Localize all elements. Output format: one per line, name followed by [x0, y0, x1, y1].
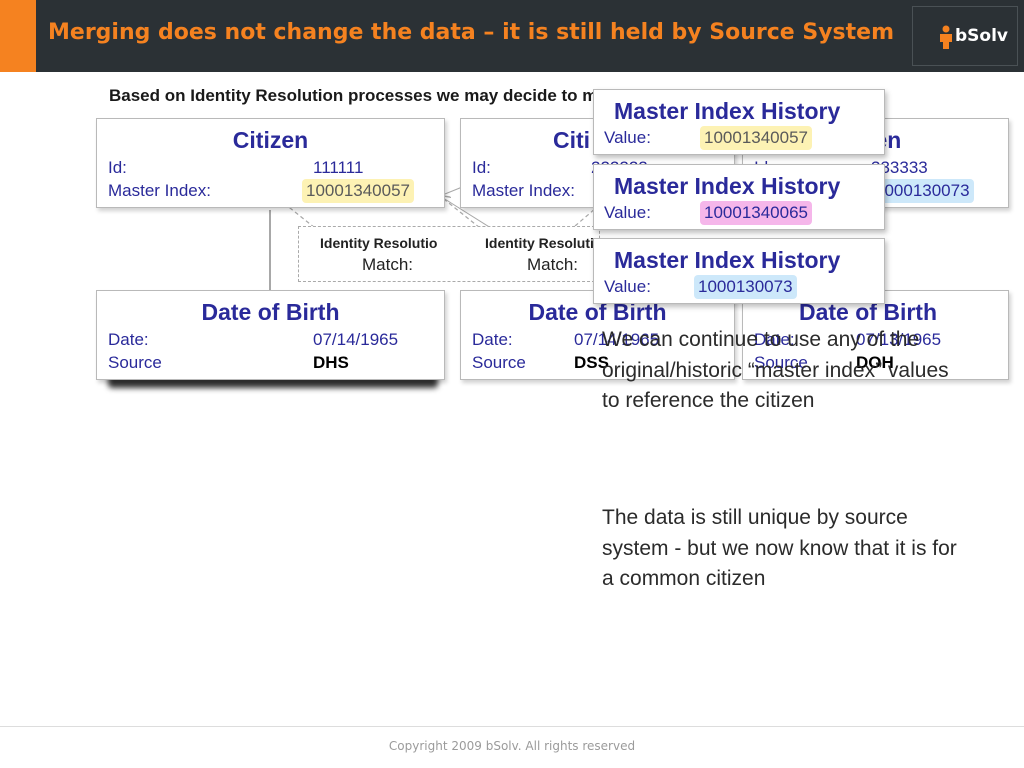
history-value-label: Value: [604, 128, 651, 147]
master-index-label: Master Index: [108, 181, 211, 200]
body-paragraph: We can continue to use any of the origin… [602, 328, 949, 412]
date-label: Date: [472, 330, 513, 349]
body-paragraph: The data is still unique by source syste… [602, 506, 957, 590]
dob-title: Date of Birth [201, 299, 340, 325]
master-index-history-card: Master Index History Value: 1000130073 [593, 238, 885, 304]
source-value: DHS [313, 353, 349, 372]
master-index-value: 10001340057 [302, 179, 415, 203]
copyright-footer: Copyright 2009 bSolv. All rights reserve… [388, 739, 636, 753]
match-label: Match: [362, 255, 414, 274]
match-label: Match: [527, 255, 579, 274]
history-title: Master Index History [614, 173, 841, 199]
master-index-value: 1000130073 [871, 179, 974, 203]
identity-resolution-title: Identity Resolutio [320, 235, 438, 251]
history-value: 10001340057 [700, 126, 813, 150]
history-title: Master Index History [614, 98, 841, 124]
master-index-history-card: Master Index History Value: 10001340057 [593, 89, 885, 155]
footer-divider [0, 726, 1024, 727]
source-label: Source [108, 353, 162, 372]
dob-card: Date of Birth Date: 07/14/1965 Source DH… [96, 290, 445, 380]
history-value: 10001340065 [700, 201, 813, 225]
slide: Merging does not change the data – it is… [0, 0, 1024, 768]
id-value: 111111 [313, 158, 364, 177]
history-value-label: Value: [604, 203, 651, 222]
date-value: 07/14/1965 [313, 330, 399, 349]
source-label: Source [472, 353, 526, 372]
citizen-title: Citi [553, 127, 591, 153]
id-label: Id: [472, 158, 491, 177]
date-label: Date: [108, 330, 149, 349]
id-label: Id: [108, 158, 127, 177]
identity-resolution-box: Identity Resolutio Match: Identity Resol… [298, 226, 624, 282]
master-index-label: Master Index: [472, 181, 575, 200]
citizen-title: Citizen [232, 127, 309, 153]
history-value: 1000130073 [694, 275, 797, 299]
history-title: Master Index History [614, 247, 841, 273]
history-value-label: Value: [604, 277, 651, 296]
citizen-card: Citizen Id: 111111 Master Index: 1000134… [96, 118, 445, 208]
master-index-history-card: Master Index History Value: 10001340065 [593, 164, 885, 230]
